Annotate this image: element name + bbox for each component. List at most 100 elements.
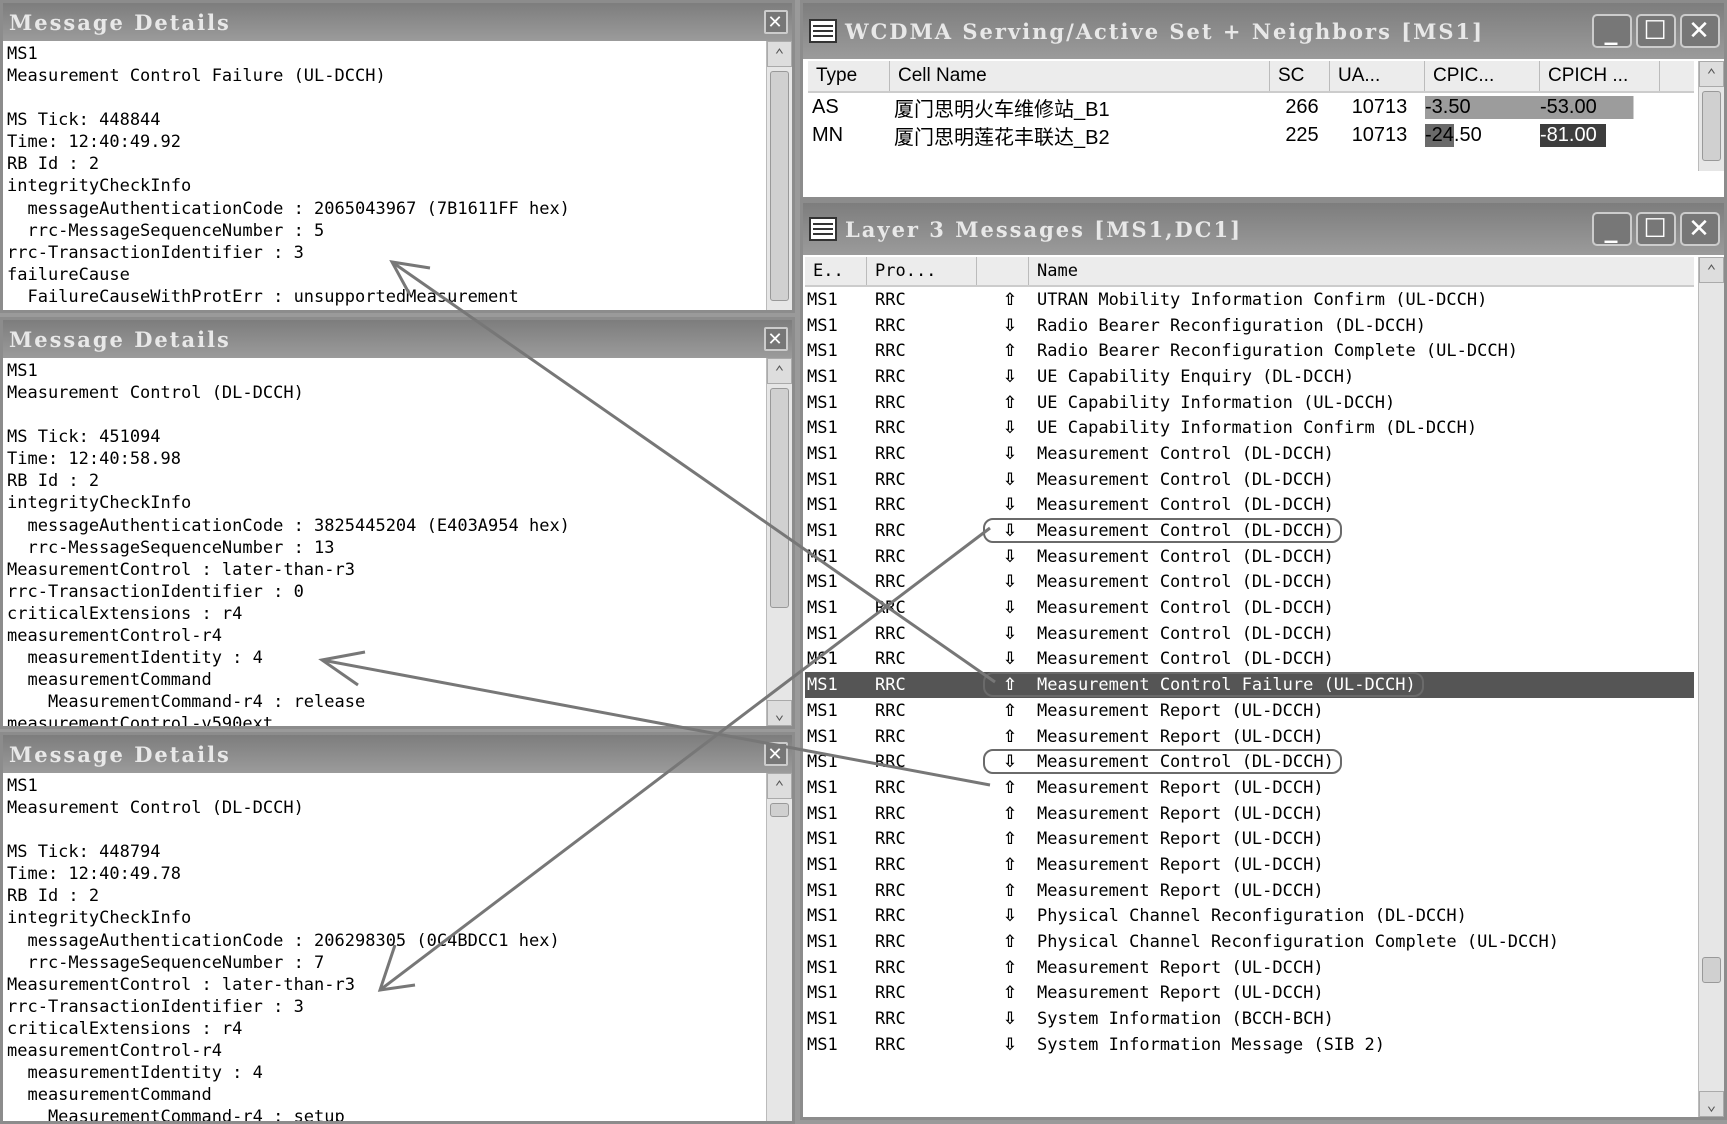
detail-line: measurementCommand (7, 1085, 212, 1106)
maximize-icon[interactable]: ☐ (1636, 212, 1676, 246)
detail-line: Measurement Control (DL-DCCH) (7, 798, 304, 819)
scroll-down-icon[interactable]: ⌄ (1699, 1091, 1724, 1117)
highlight-circle (983, 518, 1342, 544)
message-row[interactable]: MS1 RRC ⇧ UE Capability Information (UL-DCC… (805, 390, 1694, 416)
title-bar[interactable]: WCDMA Serving/Active Set + Neighbors [MS… (803, 3, 1724, 59)
message-row[interactable]: MS1 RRC ⇩ UE Capability Enquiry (DL-DCCH) (805, 364, 1694, 390)
cell-name: Measurement Report (UL-DCCH) (1037, 700, 1324, 721)
title-bar[interactable]: Message Details ✕ (3, 320, 792, 358)
cell-protocol: RRC (875, 418, 906, 439)
scroll-up-icon[interactable]: ⌃ (1699, 257, 1724, 283)
detail-line: rrc-MessageSequenceNumber : 7 (7, 952, 325, 973)
message-row[interactable]: MS1 RRC ⇩ Measurement Control (DL-DCCH) (805, 441, 1694, 467)
message-row[interactable]: MS1 RRC ⇩ Measurement Control (DL-DCCH) (805, 647, 1694, 673)
message-row[interactable]: MS1 RRC ⇩ Measurement Control (DL-DCCH) (805, 621, 1694, 647)
message-row[interactable]: MS1 RRC ⇩ Radio Bearer Reconfiguration (DL-… (805, 313, 1694, 339)
cell-protocol: RRC (875, 726, 906, 747)
cell-protocol: RRC (875, 803, 906, 824)
message-row[interactable]: MS1 RRC ⇩ Measurement Control (DL-DCCH) (805, 570, 1694, 596)
uplink-arrow-icon: ⇧ (1002, 700, 1018, 721)
message-row[interactable]: MS1 RRC ⇧ Radio Bearer Reconfiguration Comp… (805, 338, 1694, 364)
message-row[interactable]: MS1 RRC ⇧ Measurement Report (UL-DCCH) (805, 826, 1694, 852)
maximize-icon[interactable]: ☐ (1636, 14, 1676, 48)
scroll-thumb[interactable] (770, 803, 789, 817)
uplink-arrow-icon: ⇧ (1002, 854, 1018, 875)
minimize-icon[interactable]: _ (1592, 212, 1632, 246)
message-row[interactable]: MS1 RRC ⇩ System Information (BCCH-BCH) (805, 1006, 1694, 1032)
title-bar[interactable]: Layer 3 Messages [MS1,DC1] _ ☐ ✕ (803, 203, 1724, 255)
col-type[interactable]: Type (808, 61, 890, 91)
message-row[interactable]: MS1 RRC ⇧ Measurement Report (UL-DCCH) (805, 775, 1694, 801)
close-icon[interactable]: ✕ (764, 742, 788, 766)
scroll-thumb[interactable] (770, 388, 789, 608)
close-icon[interactable]: ✕ (1680, 212, 1720, 246)
scroll-thumb[interactable] (1702, 957, 1721, 983)
message-row[interactable]: MS1 RRC ⇧ Measurement Report (UL-DCCH) (805, 801, 1694, 827)
scroll-down-icon[interactable]: ⌄ (767, 700, 792, 726)
message-row[interactable]: MS1 RRC ⇧ Measurement Report (UL-DCCH) (805, 724, 1694, 750)
cell-row[interactable]: MN 厦门思明莲花丰联达_B2 225 10713 -24.50 -81.00 (808, 121, 1694, 149)
message-row[interactable]: MS1 RRC ⇧ Measurement Control Failure (UL-D… (805, 672, 1694, 698)
message-row[interactable]: MS1 RRC ⇧ UTRAN Mobility Information Confir… (805, 287, 1694, 313)
scroll-up-icon[interactable]: ⌃ (767, 41, 792, 67)
message-row[interactable]: MS1 RRC ⇩ System Information Message (SIB 2… (805, 1032, 1694, 1058)
col-direction[interactable] (977, 257, 1029, 285)
detail-line: MS Tick: 448844 (7, 110, 161, 131)
message-row[interactable]: MS1 RRC ⇧ Measurement Report (UL-DCCH) (805, 698, 1694, 724)
scroll-up-icon[interactable]: ⌃ (767, 358, 792, 384)
scroll-up-icon[interactable]: ⌃ (1699, 61, 1724, 87)
message-row[interactable]: MS1 RRC ⇩ Measurement Control (DL-DCCH) (805, 467, 1694, 493)
close-icon[interactable]: ✕ (764, 327, 788, 351)
cell-name: Measurement Control (DL-DCCH) (1037, 546, 1334, 567)
cell-sc: 225 (1285, 123, 1319, 146)
vertical-scrollbar[interactable]: ⌃ (766, 773, 792, 1121)
col-cpic[interactable]: CPIC... (1425, 61, 1540, 91)
cell-name: Measurement Control (DL-DCCH) (1037, 572, 1334, 593)
vertical-scrollbar[interactable]: ⌃ ⌄ (1698, 257, 1724, 1117)
detail-line: MS Tick: 448794 (7, 842, 161, 863)
col-name[interactable]: Name (1029, 257, 1529, 285)
vertical-scrollbar[interactable]: ⌃ ⌄ (766, 358, 792, 726)
message-row[interactable]: MS1 RRC ⇧ Measurement Report (UL-DCCH) (805, 955, 1694, 981)
vertical-scrollbar[interactable]: ⌃ (1698, 61, 1724, 171)
scroll-thumb[interactable] (770, 71, 789, 301)
detail-line: MeasurementControl : later-than-r3 (7, 974, 355, 995)
minimize-icon[interactable]: _ (1592, 14, 1632, 48)
cell-protocol: RRC (875, 392, 906, 413)
vertical-scrollbar[interactable]: ⌃ (766, 41, 792, 310)
scroll-thumb[interactable] (1702, 91, 1721, 161)
col-cell-name[interactable]: Cell Name (890, 61, 1270, 91)
cell-row[interactable]: AS 厦门思明火车维修站_B1 266 10713 -3.50 -53.00 (808, 93, 1694, 121)
close-icon[interactable]: ✕ (764, 10, 788, 34)
col-sc[interactable]: SC (1270, 61, 1330, 91)
message-details-panel-1: Message Details ✕ MS1 Measurement Control… (0, 0, 795, 313)
message-row[interactable]: MS1 RRC ⇧ Physical Channel Reconfiguration … (805, 929, 1694, 955)
cell-protocol: RRC (875, 341, 906, 362)
uplink-arrow-icon: ⇧ (1002, 726, 1018, 747)
detail-line: criticalExtensions : r4 (7, 603, 243, 624)
uplink-arrow-icon: ⇧ (1002, 983, 1018, 1004)
scroll-up-icon[interactable]: ⌃ (767, 773, 792, 799)
close-icon[interactable]: ✕ (1680, 14, 1720, 48)
col-e[interactable]: E.. (805, 257, 867, 285)
details-body: MS1 Measurement Control (DL-DCCH) MS Tick:… (3, 358, 766, 726)
message-row[interactable]: MS1 RRC ⇩ Measurement Control (DL-DCCH) (805, 493, 1694, 519)
title-bar[interactable]: Message Details ✕ (3, 3, 792, 41)
message-row[interactable]: MS1 RRC ⇧ Measurement Report (UL-DCCH) (805, 981, 1694, 1007)
title-bar[interactable]: Message Details ✕ (3, 735, 792, 773)
message-row[interactable]: MS1 RRC ⇩ Measurement Control (DL-DCCH) (805, 749, 1694, 775)
cell-ua: 10713 (1351, 123, 1408, 146)
message-row[interactable]: MS1 RRC ⇩ Measurement Control (DL-DCCH) (805, 544, 1694, 570)
col-protocol[interactable]: Pro... (867, 257, 977, 285)
message-row[interactable]: MS1 RRC ⇩ Physical Channel Reconfiguration … (805, 904, 1694, 930)
cell-name: Measurement Report (UL-DCCH) (1037, 726, 1324, 747)
cell-entity: MS1 (807, 546, 838, 567)
message-row[interactable]: MS1 RRC ⇧ Measurement Report (UL-DCCH) (805, 878, 1694, 904)
message-row[interactable]: MS1 RRC ⇧ Measurement Report (UL-DCCH) (805, 852, 1694, 878)
message-row[interactable]: MS1 RRC ⇩ Measurement Control (DL-DCCH) (805, 595, 1694, 621)
message-row[interactable]: MS1 RRC ⇩ UE Capability Information Confirm… (805, 415, 1694, 441)
col-ua[interactable]: UA... (1330, 61, 1425, 91)
col-cpich[interactable]: CPICH ... (1540, 61, 1660, 91)
message-row[interactable]: MS1 RRC ⇩ Measurement Control (DL-DCCH) (805, 518, 1694, 544)
cell-name: Measurement Report (UL-DCCH) (1037, 777, 1324, 798)
